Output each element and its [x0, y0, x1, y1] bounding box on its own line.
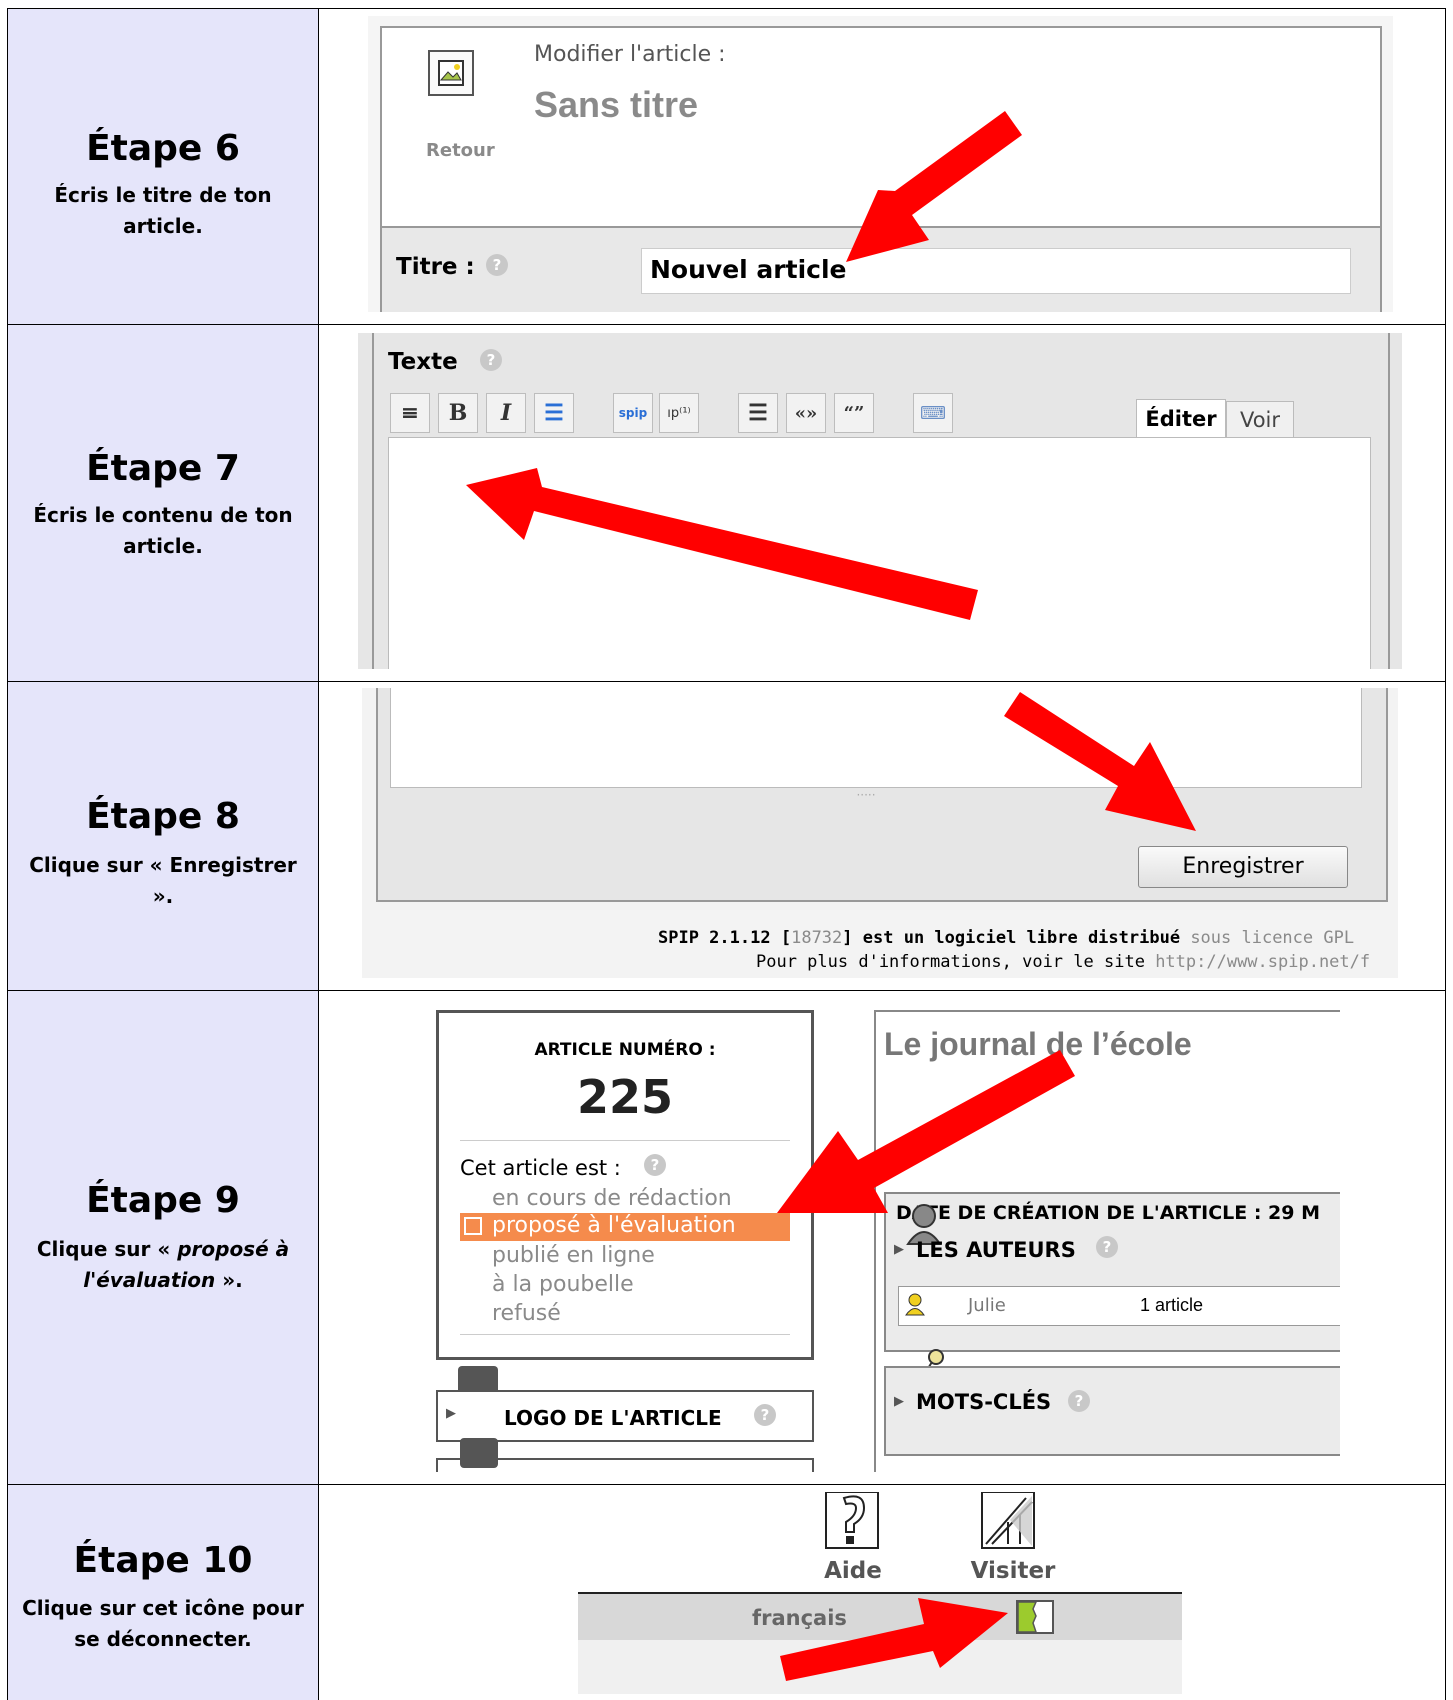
author-count: 1 article: [1140, 1295, 1204, 1315]
step10-desc: Clique sur cet icône pour se déconnecter…: [22, 1596, 304, 1651]
language-bar: [578, 1594, 1182, 1640]
modify-label: Modifier l'article :: [534, 42, 726, 67]
step7-title: Étape 7: [86, 448, 240, 489]
text-label: Texte: [388, 349, 458, 375]
expand-arrow-icon[interactable]: ▶: [894, 1242, 904, 1257]
row-divider: [7, 990, 1446, 991]
tab-edit[interactable]: Éditer: [1136, 399, 1226, 438]
footer-rev[interactable]: 18732: [791, 928, 842, 948]
next-box: [436, 1458, 814, 1472]
journal-title: Le journal de l’école: [884, 1026, 1192, 1062]
row-divider: [7, 1484, 1446, 1485]
step9-screenshot: ARTICLE NUMÉRO : 225 Cet article est : ?…: [420, 996, 1340, 1472]
author-row[interactable]: [898, 1286, 1340, 1326]
bottom-bar: [578, 1640, 1182, 1694]
help-icon[interactable]: ?: [486, 254, 508, 276]
row-divider: [7, 324, 1446, 325]
table-border-top: [7, 8, 1446, 9]
step9-title: Étape 9: [86, 1180, 240, 1221]
step9-desc-prefix: Clique sur «: [36, 1237, 178, 1261]
status-option[interactable]: publié en ligne: [492, 1243, 655, 1268]
selected-status-icon: [464, 1217, 482, 1235]
logo-label: LOGO DE L'ARTICLE: [504, 1406, 722, 1430]
article-header-panel: [380, 26, 1382, 228]
divider: [460, 1140, 790, 1141]
column-divider: [318, 8, 319, 1700]
spip-link-icon[interactable]: spip: [613, 393, 653, 433]
title-label: Titre :: [396, 254, 475, 280]
footer-rev-close: ]: [842, 928, 853, 948]
help-icon[interactable]: ?: [644, 1154, 666, 1176]
footer-rev-open: [: [780, 928, 792, 948]
footer-line1: SPIP 2.1.12 [18732] est un logiciel libr…: [658, 928, 1354, 948]
table-border-right: [1445, 8, 1446, 1700]
align-icon[interactable]: ≡: [390, 393, 430, 433]
help-icon[interactable]: ?: [754, 1404, 776, 1426]
text-area-bottom[interactable]: [390, 688, 1362, 788]
step9-desc-suffix: ».: [215, 1268, 243, 1292]
help-icon[interactable]: ?: [480, 349, 502, 371]
step7-desc: Écris le contenu de ton article.: [33, 503, 293, 558]
bold-icon[interactable]: B: [438, 393, 478, 433]
help-icon[interactable]: ?: [1096, 1236, 1118, 1258]
status-option-selected-label[interactable]: proposé à l'évaluation: [492, 1213, 736, 1238]
step6-desc: Écris le titre de ton article.: [54, 183, 272, 238]
footer-spip: SPIP 2.1.12: [658, 928, 771, 948]
keywords-label: MOTS-CLÉS: [916, 1390, 1052, 1414]
paragraph-icon[interactable]: ☰: [738, 393, 778, 433]
step8-title: Étape 8: [86, 796, 240, 837]
article-number: 225: [576, 1070, 674, 1124]
row-divider: [7, 681, 1446, 682]
tab-view[interactable]: Voir: [1226, 401, 1294, 438]
expand-arrow-icon[interactable]: ▶: [446, 1406, 456, 1421]
expand-arrow-icon[interactable]: ▶: [894, 1394, 904, 1409]
italic-icon[interactable]: I: [486, 393, 526, 433]
creation-date-label: DATE DE CRÉATION DE L'ARTICLE : 29 M: [896, 1202, 1321, 1224]
step10-screenshot: Aide Visiter français: [578, 1492, 1182, 1694]
footer-line2: Pour plus d'informations, voir le site h…: [756, 952, 1370, 972]
help-icon[interactable]: ?: [1068, 1390, 1090, 1412]
authors-label: LES AUTEURS: [916, 1238, 1076, 1262]
keyboard-icon[interactable]: ⌨: [913, 393, 953, 433]
save-button[interactable]: Enregistrer: [1138, 846, 1348, 888]
step9-desc: Clique sur « proposé à l'évaluation ».: [18, 1234, 308, 1296]
language-selector[interactable]: français: [752, 1606, 847, 1630]
footer-url[interactable]: http://www.spip.net/f: [1155, 952, 1370, 972]
author-name[interactable]: Julie: [968, 1295, 1006, 1316]
back-link[interactable]: Retour: [426, 140, 495, 161]
step6-title: Étape 6: [86, 128, 240, 169]
text-area[interactable]: [388, 437, 1371, 669]
step6-screenshot: Retour Modifier l'article : Sans titre T…: [368, 16, 1393, 312]
footer-line2-text: Pour plus d'informations, voir le site: [756, 952, 1145, 972]
user-icon: [904, 1292, 926, 1316]
help-icon[interactable]: [824, 1492, 880, 1550]
resize-handle-icon[interactable]: ·····: [846, 788, 886, 808]
visit-icon[interactable]: [980, 1492, 1036, 1550]
status-option[interactable]: refusé: [492, 1301, 561, 1326]
list-icon[interactable]: ☰: [534, 393, 574, 433]
step8-desc: Clique sur « Enregistrer ».: [29, 853, 297, 908]
status-option[interactable]: à la poubelle: [492, 1272, 634, 1297]
note-icon[interactable]: ıp⁽¹⁾: [659, 393, 699, 433]
article-number-label: ARTICLE NUMÉRO :: [534, 1040, 716, 1060]
french-quotes-icon[interactable]: «»: [786, 393, 826, 433]
step7-screenshot: Texte ? ≡ B I ☰ spip ıp⁽¹⁾ ☰ «» “” ⌨ Édi…: [358, 333, 1402, 669]
status-option[interactable]: en cours de rédaction: [492, 1186, 732, 1211]
english-quotes-icon[interactable]: “”: [834, 393, 874, 433]
article-heading: Sans titre: [534, 84, 699, 125]
footer-licence[interactable]: sous licence GPL: [1190, 928, 1354, 948]
title-input[interactable]: Nouvel article: [641, 248, 1351, 294]
table-border-left: [7, 8, 8, 1700]
back-icon[interactable]: [428, 50, 474, 96]
status-label: Cet article est :: [460, 1156, 621, 1180]
divider: [460, 1334, 790, 1335]
footer-text: est un logiciel libre distribué: [862, 928, 1181, 948]
visit-link[interactable]: Visiter: [958, 1558, 1068, 1584]
logout-icon[interactable]: [1016, 1600, 1054, 1634]
step10-title: Étape 10: [73, 1540, 253, 1581]
help-link[interactable]: Aide: [808, 1558, 898, 1584]
step8-screenshot: ····· Enregistrer SPIP 2.1.12 [18732] es…: [362, 688, 1398, 978]
